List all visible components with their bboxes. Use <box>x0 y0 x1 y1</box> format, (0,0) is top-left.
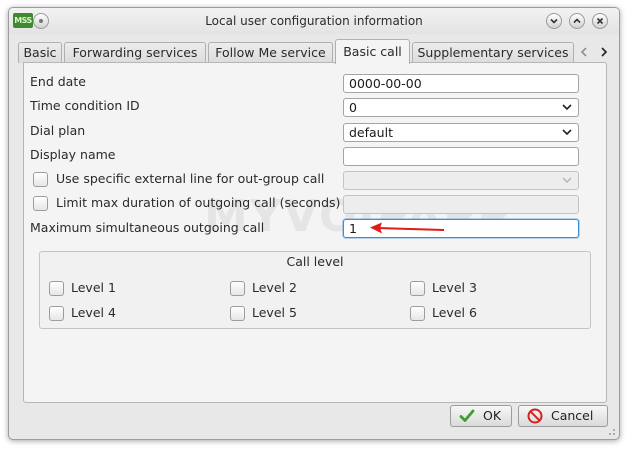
annotation-arrow-icon <box>370 222 445 234</box>
close-button[interactable] <box>592 13 608 29</box>
level-6-checkbox[interactable] <box>410 306 425 321</box>
ok-button[interactable]: OK <box>450 405 512 427</box>
chevron-down-icon <box>562 129 572 136</box>
level-1-label: Level 1 <box>71 280 116 295</box>
time-condition-id-label: Time condition ID <box>30 98 140 113</box>
level-4-checkbox[interactable] <box>49 306 64 321</box>
tab-bar: Basic Forwarding services Follow Me serv… <box>15 39 615 64</box>
level-6-label: Level 6 <box>432 305 477 320</box>
max-simultaneous-label: Maximum simultaneous outgoing call <box>30 220 265 235</box>
chevron-down-icon <box>562 104 572 111</box>
dial-plan-value: default <box>349 125 393 140</box>
chevron-left-icon <box>580 47 587 57</box>
limit-duration-label: Limit max duration of outgoing call (sec… <box>56 195 341 210</box>
tab-supplementary-services[interactable]: Supplementary services <box>412 42 574 63</box>
time-condition-id-select[interactable]: 0 <box>343 98 579 117</box>
end-date-field[interactable]: 0000-00-00 <box>343 74 579 93</box>
external-line-checkbox[interactable] <box>33 172 48 187</box>
chevron-right-icon <box>601 47 608 57</box>
tab-follow-me-service[interactable]: Follow Me service <box>208 42 333 63</box>
call-level-group: Call level Level 1 Level 2 Level 3 Level… <box>39 251 591 329</box>
title-bar[interactable]: MSS Local user configuration information <box>9 8 619 34</box>
level-1-checkbox[interactable] <box>49 281 64 296</box>
chevron-down-icon <box>550 18 558 24</box>
tab-scroll-right-button[interactable] <box>597 44 611 60</box>
cancel-button-label: Cancel <box>551 408 594 423</box>
resize-grip-icon[interactable] <box>606 426 616 436</box>
level-3-checkbox[interactable] <box>410 281 425 296</box>
chevron-down-icon <box>562 177 572 184</box>
dialog-window: MSS Local user configuration information… <box>8 7 620 440</box>
tab-forwarding-services[interactable]: Forwarding services <box>64 42 206 63</box>
limit-duration-field[interactable] <box>343 195 579 214</box>
level-2-checkbox[interactable] <box>230 281 245 296</box>
basic-call-panel: MYVOIPAPP End date 0000-00-00 Time condi… <box>23 62 607 403</box>
dial-plan-label: Dial plan <box>30 123 86 138</box>
end-date-label: End date <box>30 74 86 89</box>
limit-duration-checkbox[interactable] <box>33 196 48 211</box>
no-entry-icon <box>527 408 543 424</box>
ok-button-label: OK <box>483 408 502 423</box>
external-line-select[interactable] <box>343 171 579 190</box>
maximize-button[interactable] <box>569 13 585 29</box>
level-4-label: Level 4 <box>71 305 116 320</box>
level-5-checkbox[interactable] <box>230 306 245 321</box>
dial-plan-select[interactable]: default <box>343 123 579 142</box>
tab-basic[interactable]: Basic <box>18 42 62 63</box>
close-icon <box>596 17 604 25</box>
tab-basic-call[interactable]: Basic call <box>335 39 410 64</box>
external-line-label: Use specific external line for out-group… <box>56 171 325 186</box>
minimize-button[interactable] <box>546 13 562 29</box>
level-5-label: Level 5 <box>252 305 297 320</box>
level-3-label: Level 3 <box>432 280 477 295</box>
cancel-button[interactable]: Cancel <box>518 405 608 427</box>
display-name-label: Display name <box>30 147 116 162</box>
tab-scroll-left-button[interactable] <box>577 44 591 60</box>
call-level-title: Call level <box>286 254 344 269</box>
window-title: Local user configuration information <box>205 14 423 28</box>
level-2-label: Level 2 <box>252 280 297 295</box>
checkmark-icon <box>459 409 475 422</box>
display-name-field[interactable] <box>343 147 579 166</box>
time-condition-id-value: 0 <box>349 100 357 115</box>
chevron-up-icon <box>573 18 581 24</box>
